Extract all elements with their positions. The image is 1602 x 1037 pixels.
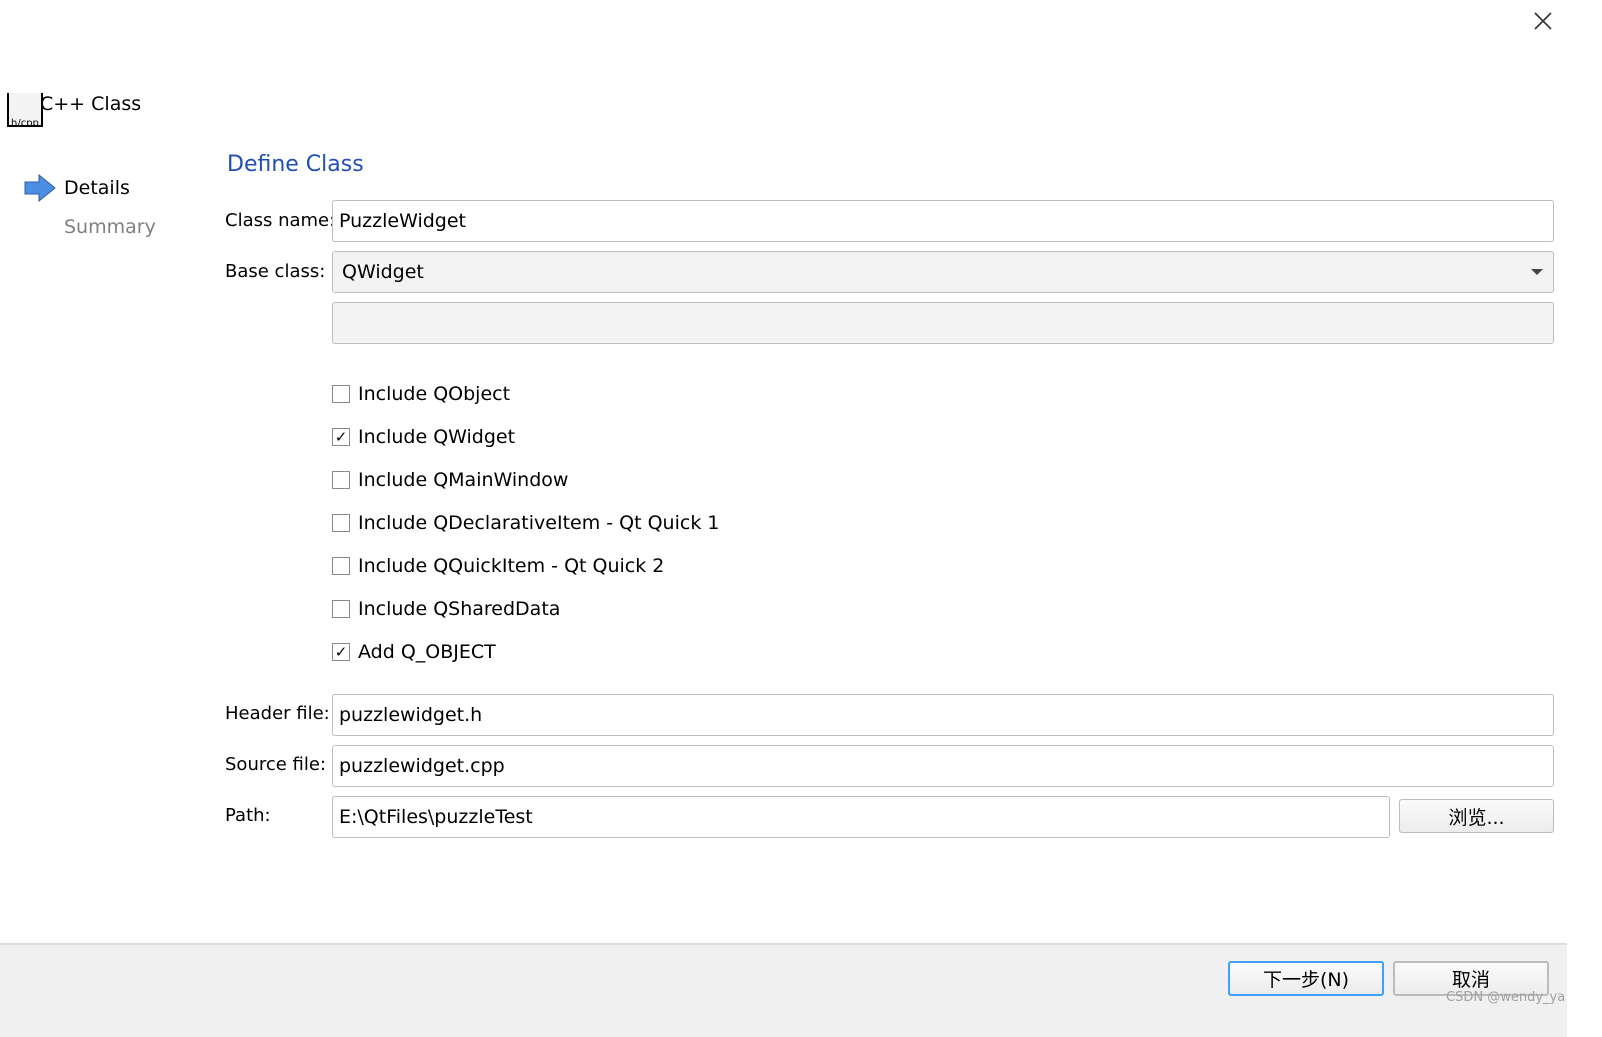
- checkbox-label: Include QSharedData: [358, 598, 561, 620]
- base-class-extra-field: [332, 302, 1554, 344]
- checkbox-label: Add Q_OBJECT: [358, 641, 496, 663]
- chevron-down-icon: [1531, 269, 1543, 275]
- checkbox[interactable]: [332, 514, 350, 532]
- checkbox[interactable]: [332, 471, 350, 489]
- header-file-input[interactable]: puzzlewidget.h: [332, 694, 1554, 736]
- checkbox-label: Include QObject: [358, 383, 511, 405]
- header-file-label: Header file:: [225, 703, 330, 724]
- class-name-label: Class name:: [225, 210, 336, 231]
- checkbox[interactable]: [332, 557, 350, 575]
- checkbox-item[interactable]: Include QMainWindow: [332, 469, 568, 491]
- step-summary: Summary: [64, 216, 156, 238]
- wizard-title: C++ Class: [40, 93, 142, 115]
- browse-button[interactable]: 浏览...: [1399, 799, 1554, 833]
- path-label: Path:: [225, 805, 271, 826]
- file-icon: h/cpp: [7, 93, 43, 127]
- checkbox-item[interactable]: Include QDeclarativeItem - Qt Quick 1: [332, 512, 719, 534]
- checkbox-label: Include QWidget: [358, 426, 516, 448]
- source-file-input[interactable]: puzzlewidget.cpp: [332, 745, 1554, 787]
- checkbox-label: Include QDeclarativeItem - Qt Quick 1: [358, 512, 720, 534]
- checkbox[interactable]: [332, 600, 350, 618]
- checkbox-item[interactable]: Include QObject: [332, 383, 510, 405]
- close-icon[interactable]: [1530, 8, 1556, 34]
- checkbox-label: Include QQuickItem - Qt Quick 2: [358, 555, 665, 577]
- checkbox-item[interactable]: Include QQuickItem - Qt Quick 2: [332, 555, 664, 577]
- base-class-value: QWidget: [342, 261, 424, 283]
- checkbox[interactable]: [332, 385, 350, 403]
- file-icon-text: h/cpp: [11, 118, 39, 127]
- class-name-input[interactable]: PuzzleWidget: [332, 200, 1554, 242]
- checkbox-item[interactable]: ✓ Include QWidget: [332, 426, 515, 448]
- watermark: CSDN @wendy_ya: [1446, 990, 1566, 1005]
- arrow-right-icon: [24, 174, 56, 202]
- checkbox-item[interactable]: ✓ Add Q_OBJECT: [332, 641, 496, 663]
- checkbox[interactable]: ✓: [332, 643, 350, 661]
- base-class-label: Base class:: [225, 261, 326, 282]
- path-input[interactable]: E:\QtFiles\puzzleTest: [332, 796, 1390, 838]
- page-title: Define Class: [227, 152, 364, 177]
- base-class-select[interactable]: QWidget: [332, 251, 1554, 293]
- checkbox-label: Include QMainWindow: [358, 469, 569, 491]
- checkbox-item[interactable]: Include QSharedData: [332, 598, 560, 620]
- checkbox[interactable]: ✓: [332, 428, 350, 446]
- step-details: Details: [64, 177, 130, 199]
- next-button[interactable]: 下一步(N): [1228, 961, 1384, 996]
- source-file-label: Source file:: [225, 754, 327, 775]
